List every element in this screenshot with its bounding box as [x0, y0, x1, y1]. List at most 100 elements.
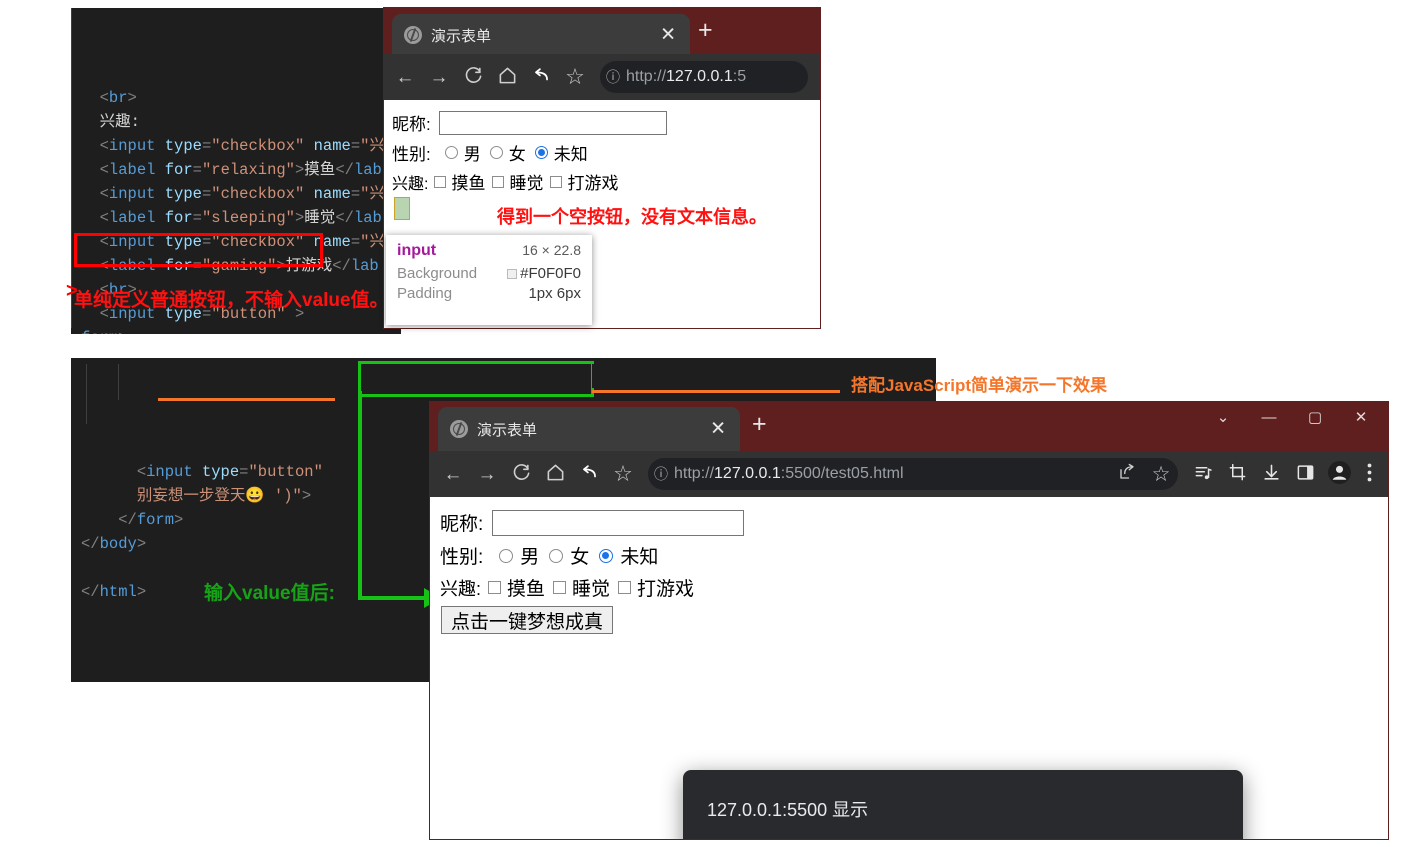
demo-form-bottom: 昵称: 性别: 男 女 未知 兴趣: 摸鱼 睡觉 打游戏 点击一键梦想成真 [430, 497, 1388, 634]
code-line: <br> [81, 86, 401, 110]
tab-search-icon[interactable]: ⌄ [1200, 408, 1246, 426]
code-token: input [146, 463, 193, 481]
maximize-icon[interactable]: ▢ [1292, 408, 1338, 426]
radio-unknown[interactable] [599, 548, 614, 563]
omnibox-actions: ☆ [1110, 463, 1178, 485]
dream-button[interactable]: 点击一键梦想成真 [441, 606, 614, 634]
reload-icon[interactable] [456, 66, 490, 89]
code-token: = [192, 209, 202, 227]
tab-close-icon[interactable]: ✕ [660, 26, 676, 45]
minimize-icon[interactable]: — [1246, 409, 1292, 426]
url-host: 127.0.0.1 [666, 68, 733, 85]
undo-icon[interactable] [524, 66, 558, 89]
code-token: form [136, 511, 175, 529]
code-token: </ [118, 511, 137, 529]
menu-icon[interactable] [1356, 463, 1382, 486]
inspector-key: Padding [397, 285, 453, 302]
hobby-label: 兴趣: [440, 578, 482, 599]
inspector-tag-name: input [397, 242, 437, 259]
share-icon[interactable] [1110, 463, 1144, 485]
code-token: = [192, 161, 202, 179]
alert-dialog[interactable]: 127.0.0.1:5500 显示 这边建议你别妄想一步登天😀 确定 [683, 770, 1243, 839]
new-tab-button[interactable]: + [698, 18, 713, 43]
code-token: > [301, 487, 312, 505]
code-line: <label for="sleeping">睡觉</lab [81, 206, 401, 230]
inspector-key: Background [397, 265, 478, 282]
green-connector-vertical [358, 391, 362, 600]
radio-unknown[interactable] [534, 146, 548, 159]
tabstrip-bottom: 演示表单 ✕ + ⌄ — ▢ ✕ [430, 402, 1388, 451]
checkbox-sleeping[interactable] [553, 581, 567, 594]
indent-guide [86, 364, 87, 424]
code-token: = [201, 185, 212, 203]
code-token: for [164, 161, 193, 179]
nickname-row: 昵称: [440, 509, 1388, 536]
media-icon[interactable] [1186, 463, 1220, 486]
site-info-icon[interactable]: ⓘ [648, 464, 674, 484]
bookmark-star-icon[interactable]: ☆ [558, 66, 592, 88]
sidepanel-icon[interactable] [1288, 463, 1322, 486]
radio-female[interactable] [549, 548, 564, 563]
code-line: 兴趣: [81, 110, 401, 134]
empty-button[interactable] [394, 197, 410, 220]
checkbox-gaming[interactable] [618, 581, 632, 594]
radio-female-label: 女 [508, 145, 526, 164]
code-token: input [108, 137, 156, 155]
url-text: http://127.0.0.1:5 [626, 68, 746, 86]
address-bar-top[interactable]: ⓘ http://127.0.0.1:5 [600, 61, 808, 93]
nickname-label: 昵称: [392, 115, 431, 134]
hobby-row: 兴趣: 摸鱼 睡觉 打游戏 [440, 574, 1388, 601]
onclick-underline [592, 390, 840, 393]
checkbox-relaxing[interactable] [434, 175, 447, 188]
browser-tab-bottom[interactable]: 演示表单 ✕ [438, 407, 740, 451]
code-token: </ [81, 583, 100, 601]
forward-icon[interactable]: → [470, 465, 504, 484]
bookmark-star-icon[interactable]: ☆ [606, 463, 640, 485]
reload-icon[interactable] [504, 463, 538, 486]
download-icon[interactable] [1254, 463, 1288, 486]
code-token: " [292, 487, 302, 505]
code-token: type [201, 463, 240, 481]
back-icon[interactable]: ← [436, 465, 470, 484]
home-icon[interactable] [538, 463, 572, 486]
radio-female[interactable] [489, 146, 503, 159]
alert-message: 这边建议你别妄想一步登天😀 [707, 838, 1219, 839]
demo-form-top: 昵称: 性别: 男 女 未知 兴趣: 摸鱼 睡觉 打游戏 [384, 100, 820, 220]
forward-icon[interactable]: → [422, 68, 456, 87]
browser-tab-top[interactable]: 演示表单 ✕ [392, 14, 690, 56]
back-icon[interactable]: ← [388, 68, 422, 87]
address-bar-bottom[interactable]: ⓘ http://127.0.0.1:5500/test05.html ☆ [648, 458, 1178, 490]
code-token: < [99, 185, 109, 203]
profile-icon[interactable] [1322, 460, 1356, 489]
radio-male[interactable] [499, 548, 514, 563]
value-continuation-underline [158, 398, 335, 401]
checkbox-sleeping[interactable] [492, 175, 505, 188]
checkbox-gaming[interactable] [550, 175, 563, 188]
site-info-icon[interactable]: ⓘ [600, 67, 626, 87]
crop-icon[interactable] [1220, 463, 1254, 486]
nickname-input[interactable] [438, 110, 667, 135]
alert-title: 127.0.0.1:5500 显示 [707, 800, 869, 820]
bookmark-star-icon[interactable]: ☆ [1144, 464, 1178, 485]
new-tab-button[interactable]: + [752, 412, 767, 437]
url-scheme: http:// [674, 465, 715, 482]
home-icon[interactable] [490, 66, 524, 89]
checkbox-relaxing[interactable] [488, 581, 502, 594]
undo-icon[interactable] [572, 463, 606, 486]
tab-close-icon[interactable]: ✕ [710, 420, 726, 439]
nickname-input[interactable] [492, 509, 745, 536]
code-token: > [136, 583, 147, 601]
radio-male[interactable] [444, 146, 458, 159]
code-token: "兴 [360, 185, 385, 203]
code-token: > [294, 209, 305, 227]
radio-male-label: 男 [520, 547, 540, 568]
code-token: "兴 [360, 233, 385, 251]
close-window-icon[interactable]: ✕ [1338, 408, 1384, 426]
code-token: = [350, 185, 361, 203]
checkbox-sleeping-label: 睡觉 [572, 579, 611, 600]
browser-window-bottom[interactable]: 演示表单 ✕ + ⌄ — ▢ ✕ ← → ☆ ⓘ http://127.0.0.… [430, 402, 1388, 839]
